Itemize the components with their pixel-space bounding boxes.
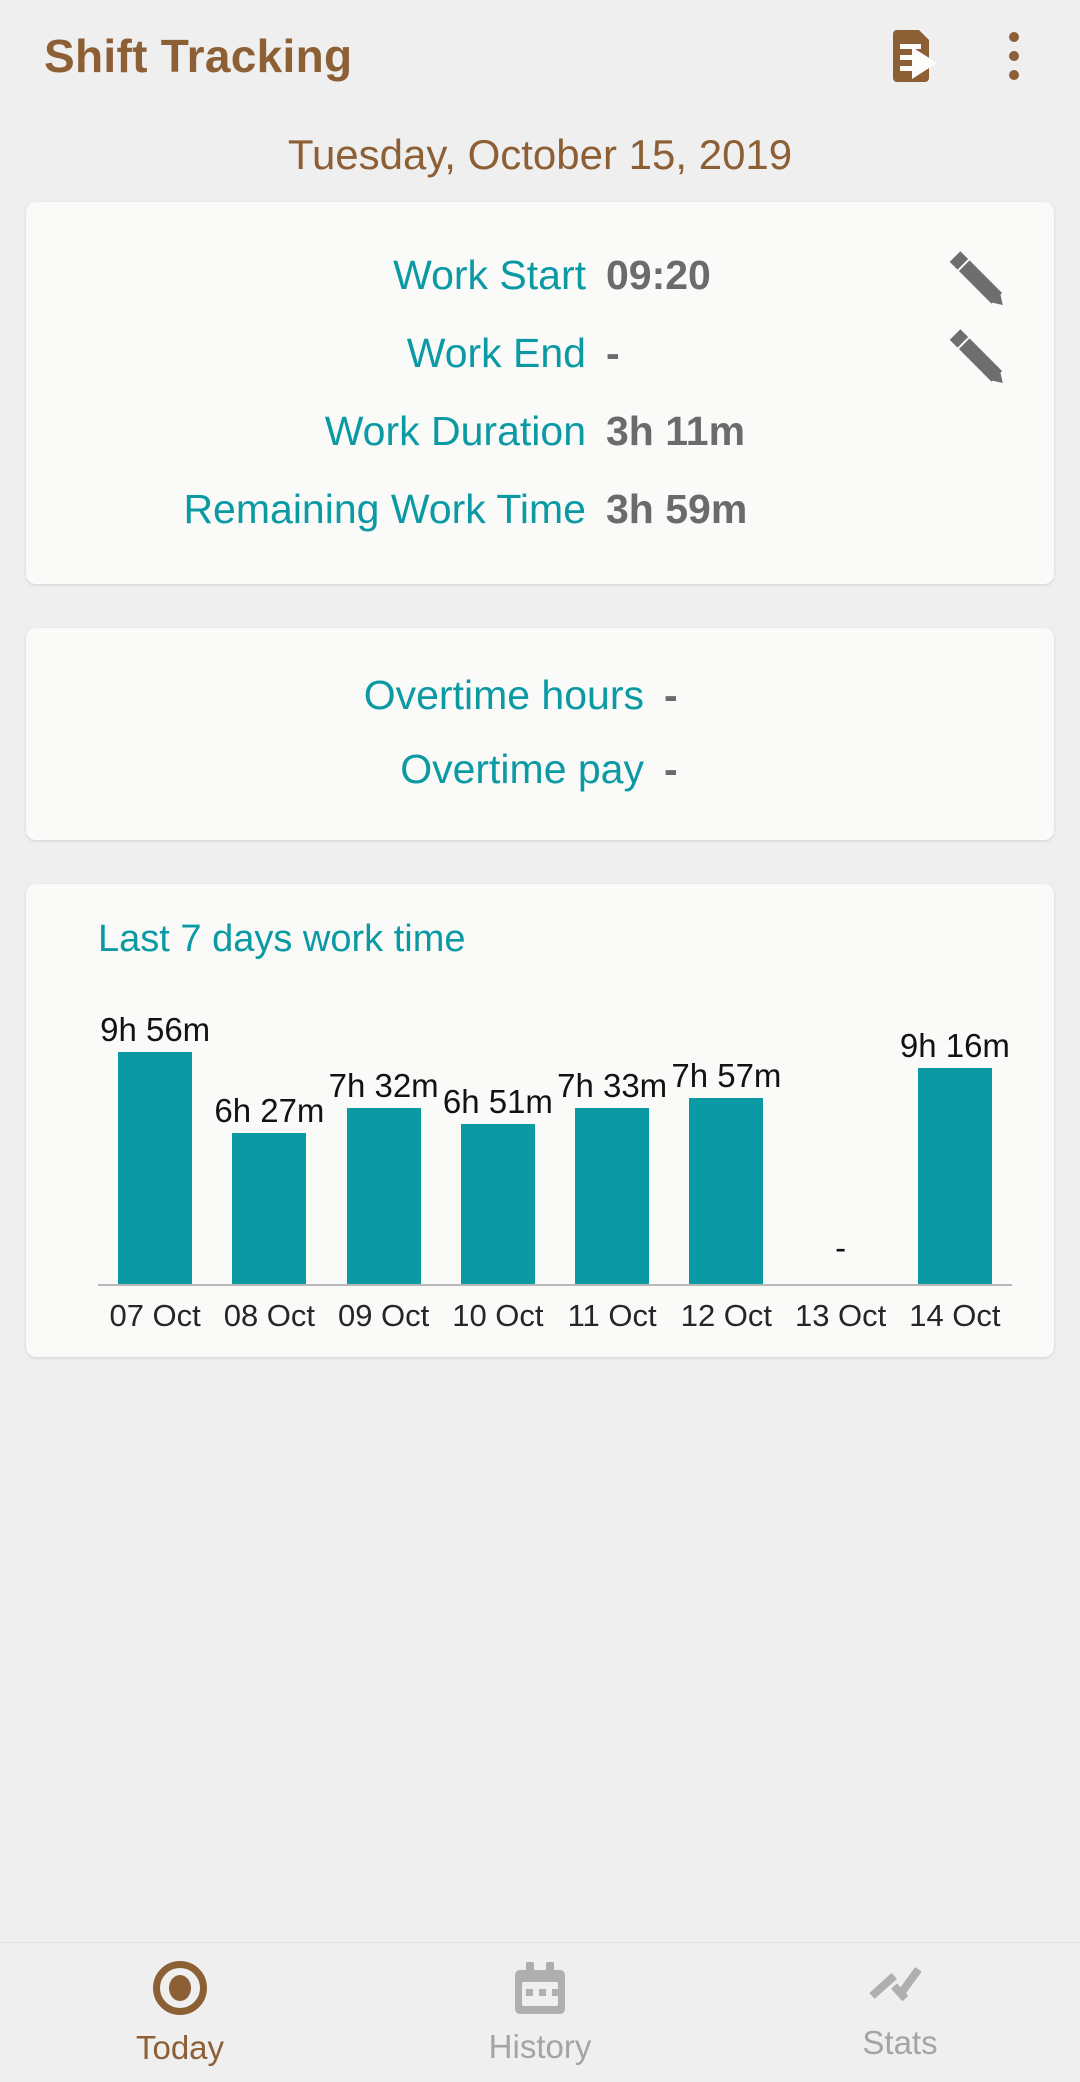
app-root: Shift Tracking Tuesday, October 15, 2019 bbox=[0, 0, 1080, 2082]
x-axis-label: 07 Oct bbox=[109, 1298, 201, 1333]
bar-value-label: 9h 56m bbox=[100, 1011, 211, 1048]
bar-column: 9h 56m bbox=[98, 1011, 212, 1284]
bar bbox=[689, 1098, 764, 1284]
bar bbox=[232, 1133, 307, 1284]
x-axis-label: 08 Oct bbox=[223, 1298, 316, 1333]
row-work-duration: Work Duration 3h 11m bbox=[26, 392, 1054, 470]
remaining-work-time-value: 3h 59m bbox=[606, 485, 748, 532]
overtime-hours-value: - bbox=[664, 671, 678, 718]
pencil-icon bbox=[949, 327, 1021, 388]
x-axis-label: 09 Oct bbox=[337, 1298, 430, 1333]
bar-column: 7h 32m bbox=[327, 1014, 441, 1284]
bar-value-label: 6h 27m bbox=[214, 1092, 325, 1129]
nav-label-today: Today bbox=[135, 2029, 225, 2066]
bar-value-label: - bbox=[835, 1229, 847, 1266]
shift-summary-card: Work Start 09:20 Work End - Work Duratio… bbox=[26, 202, 1054, 584]
bar-column: 6h 51m bbox=[441, 1014, 555, 1284]
today-dot-icon bbox=[153, 1961, 207, 2015]
export-document-button[interactable] bbox=[888, 28, 944, 84]
document-export-icon bbox=[893, 30, 939, 82]
bar-value-label: 7h 57m bbox=[671, 1057, 782, 1094]
bar-column: 7h 33m bbox=[555, 1014, 669, 1284]
bar-column: 9h 16m bbox=[898, 1014, 1012, 1284]
row-overtime-hours: Overtime hours - bbox=[26, 658, 1054, 732]
x-axis-label: 11 Oct bbox=[567, 1298, 657, 1333]
work-start-value: 09:20 bbox=[606, 251, 711, 298]
x-axis-label: 10 Oct bbox=[452, 1298, 544, 1333]
x-axis-label: 12 Oct bbox=[680, 1298, 773, 1333]
work-start-label: Work Start bbox=[393, 251, 586, 298]
work-duration-value: 3h 11m bbox=[606, 407, 746, 454]
bar bbox=[917, 1068, 992, 1284]
overtime-card: Overtime hours - Overtime pay - bbox=[26, 628, 1054, 840]
bottom-navigation: Today History Stats bbox=[0, 1942, 1080, 2082]
bar-value-label: 9h 16m bbox=[899, 1027, 1010, 1064]
bar-chart: 9h 56m 6h 27m 7h 32m 6h 51m 7h 33m 7h 57m - 9h … bbox=[98, 1011, 1012, 1284]
edit-work-end-button[interactable] bbox=[936, 327, 1054, 388]
remaining-work-time-label: Remaining Work Time bbox=[183, 485, 586, 532]
page-title: Shift Tracking bbox=[44, 30, 353, 82]
work-duration-label: Work Duration bbox=[324, 407, 586, 454]
overflow-menu-icon bbox=[1009, 32, 1019, 80]
x-axis-label: 14 Oct bbox=[909, 1298, 1001, 1333]
row-remaining-work-time: Remaining Work Time 3h 59m bbox=[26, 470, 1054, 548]
bar-value-label: 7h 32m bbox=[328, 1067, 439, 1104]
bar-column: - bbox=[784, 1014, 898, 1284]
trendline-icon bbox=[869, 1966, 928, 2010]
bar bbox=[346, 1108, 421, 1284]
app-toolbar: Shift Tracking bbox=[0, 0, 1080, 112]
overtime-pay-label: Overtime pay bbox=[400, 745, 644, 792]
bar bbox=[118, 1052, 193, 1284]
overflow-menu-button[interactable] bbox=[986, 28, 1042, 84]
nav-item-stats[interactable]: Stats bbox=[720, 1966, 1080, 2059]
x-axis-label: 13 Oct bbox=[794, 1298, 887, 1333]
work-end-value: - bbox=[606, 329, 620, 376]
bar-column: 7h 57m bbox=[669, 1014, 783, 1284]
overtime-pay-value: - bbox=[664, 745, 678, 792]
nav-label-stats: Stats bbox=[862, 2024, 938, 2061]
calendar-icon bbox=[515, 1962, 565, 2014]
overtime-hours-label: Overtime hours bbox=[363, 671, 644, 718]
bar-value-label: 6h 51m bbox=[442, 1083, 553, 1120]
weekly-chart-card: Last 7 days work time 9h 56m 6h 27m 7h 32m… bbox=[26, 884, 1054, 1357]
edit-work-start-button[interactable] bbox=[936, 249, 1054, 310]
row-work-start: Work Start 09:20 bbox=[26, 236, 1054, 314]
bar-chart-columns: 9h 56m 6h 27m 7h 32m 6h 51m 7h 33m 7h 57m - 9h … bbox=[98, 1011, 1012, 1284]
overtime-rows: Overtime hours - Overtime pay - bbox=[26, 628, 1054, 840]
work-end-label: Work End bbox=[406, 329, 586, 376]
chart-x-axis-labels: 07 Oct 08 Oct 09 Oct 10 Oct 11 Oct 12 Oct 13 O… bbox=[98, 1286, 1012, 1331]
row-work-end: Work End - bbox=[26, 314, 1054, 392]
nav-item-today[interactable]: Today bbox=[0, 1961, 360, 2064]
shift-rows: Work Start 09:20 Work End - Work Duratio… bbox=[26, 202, 1054, 584]
row-overtime-pay: Overtime pay - bbox=[26, 732, 1054, 806]
date-header: Tuesday, October 15, 2019 bbox=[287, 131, 793, 178]
toolbar-actions bbox=[888, 28, 1042, 84]
bar bbox=[460, 1124, 535, 1284]
pencil-icon bbox=[949, 249, 1021, 310]
nav-label-history: History bbox=[488, 2028, 592, 2065]
nav-item-history[interactable]: History bbox=[360, 1962, 720, 2063]
bar bbox=[575, 1108, 650, 1284]
bar-column: 6h 27m bbox=[212, 1014, 326, 1284]
bar-value-label: 7h 33m bbox=[557, 1067, 668, 1104]
chart-title: Last 7 days work time bbox=[98, 918, 466, 960]
